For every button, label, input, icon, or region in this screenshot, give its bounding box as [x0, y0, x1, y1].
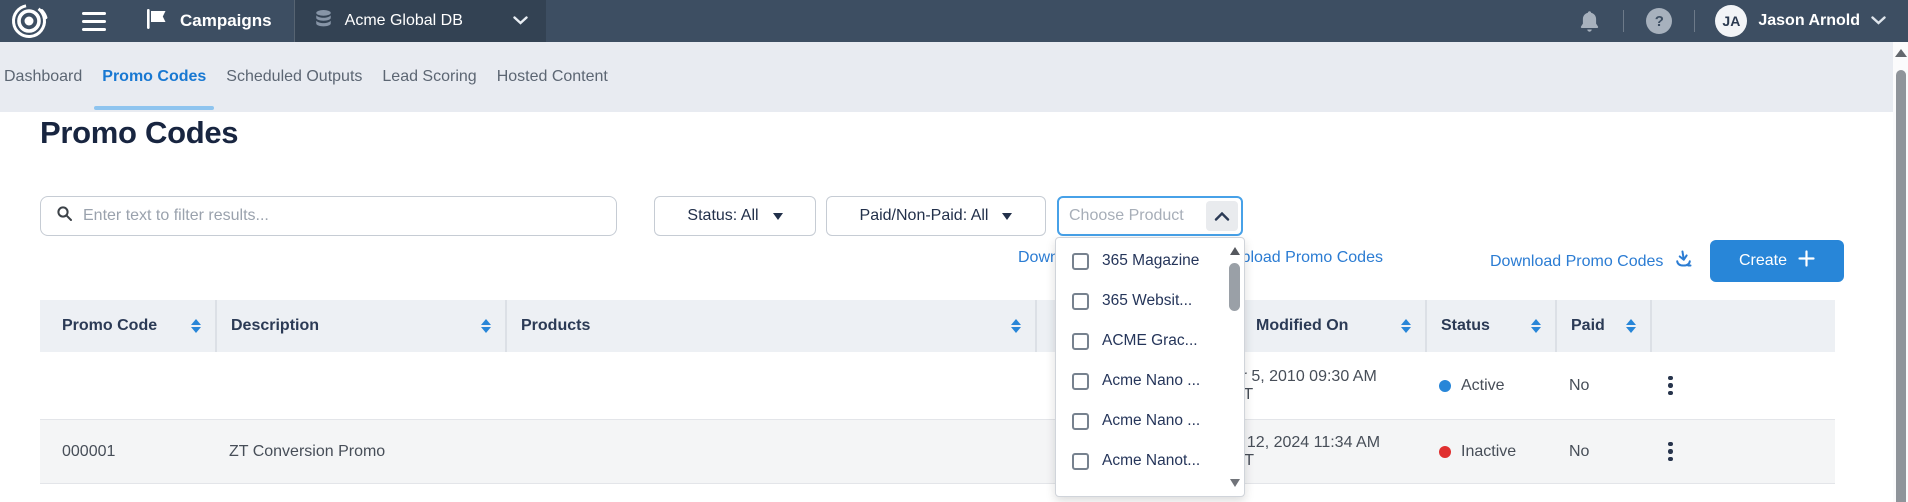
table-row[interactable]: 000001 ZT Conversion Promo Jul 12, 2024 … [40, 420, 1835, 484]
products-cell [505, 420, 1035, 483]
paid-cell: No [1555, 352, 1650, 419]
page-scrollbar[interactable] [1893, 42, 1908, 502]
tab-lead-scoring[interactable]: Lead Scoring [378, 42, 480, 112]
filter-search [40, 196, 617, 236]
product-placeholder: Choose Product [1069, 207, 1184, 225]
sort-icon[interactable] [191, 319, 201, 333]
database-selector[interactable]: Acme Global DB [294, 0, 546, 42]
column-header-status: Status [1425, 300, 1555, 352]
chevron-down-icon [487, 12, 528, 30]
scrollbar-thumb[interactable] [1229, 263, 1240, 311]
sort-icon[interactable] [1011, 319, 1021, 333]
product-option[interactable]: 365 Magazine [1056, 241, 1244, 281]
product-option[interactable]: ACME Grac... [1056, 321, 1244, 361]
paid-filter-dropdown[interactable]: Paid/Non-Paid: All [826, 196, 1046, 236]
product-option[interactable]: Acme Nano ... [1056, 401, 1244, 441]
brand-logo-icon[interactable] [10, 2, 48, 40]
database-label: Acme Global DB [345, 12, 463, 30]
product-option[interactable]: 365 Websit... [1056, 281, 1244, 321]
column-header-products: Products [505, 300, 1035, 352]
paid-cell: No [1555, 420, 1650, 483]
checkbox[interactable] [1072, 453, 1089, 470]
checkbox[interactable] [1072, 373, 1089, 390]
navbar-right: ? JA Jason Arnold [1556, 5, 1908, 37]
sort-icon[interactable] [1531, 319, 1541, 333]
page-title: Promo Codes [40, 115, 238, 151]
status-cell: Inactive [1425, 420, 1555, 483]
avatar: JA [1715, 5, 1747, 37]
tab-hosted-content[interactable]: Hosted Content [493, 42, 612, 112]
user-name: Jason Arnold [1758, 12, 1860, 30]
product-filter-dropdown[interactable]: Choose Product [1057, 196, 1243, 236]
column-header-paid: Paid [1555, 300, 1650, 352]
top-navbar: Campaigns Acme Global DB ? [0, 0, 1908, 42]
promo-codes-table: Promo Code Description Products Modified… [40, 300, 1835, 502]
table-row[interactable]: Apr 5, 2010 09:30 AM EST Active No [40, 352, 1835, 420]
search-icon [56, 205, 73, 227]
products-cell [505, 352, 1035, 419]
caret-down-icon [1002, 213, 1012, 220]
scroll-up-icon[interactable] [1895, 49, 1907, 57]
dropdown-scrollbar[interactable] [1226, 239, 1243, 495]
product-dropdown-panel: 365 Magazine 365 Websit... ACME Grac... … [1055, 237, 1245, 497]
checkbox[interactable] [1072, 333, 1089, 350]
chevron-down-icon [1871, 12, 1886, 30]
column-header-promo-code: Promo Code [40, 300, 215, 352]
promo-code-cell: 000001 [40, 420, 215, 483]
scrollbar-thumb[interactable] [1896, 70, 1906, 502]
download-promo-codes-link[interactable]: Download Promo Codes [1490, 249, 1694, 274]
plus-icon [1798, 250, 1815, 272]
checkbox[interactable] [1072, 413, 1089, 430]
sort-icon[interactable] [1626, 319, 1636, 333]
campaigns-nav[interactable]: Campaigns [144, 7, 272, 36]
chevron-up-icon[interactable] [1206, 201, 1238, 231]
column-header-actions [1650, 300, 1835, 352]
campaigns-label: Campaigns [180, 11, 272, 31]
sort-icon[interactable] [1401, 319, 1411, 333]
tab-promo-codes[interactable]: Promo Codes [98, 42, 210, 112]
notifications-bell-icon[interactable] [1556, 9, 1623, 34]
create-button[interactable]: Create [1710, 240, 1844, 282]
search-input[interactable] [83, 207, 616, 225]
tab-scheduled-outputs[interactable]: Scheduled Outputs [222, 42, 366, 112]
scroll-up-icon[interactable] [1230, 247, 1240, 255]
table-header-row: Promo Code Description Products Modified… [40, 300, 1835, 352]
sort-icon[interactable] [481, 319, 491, 333]
actions-cell [1650, 420, 1835, 483]
tab-dashboard[interactable]: Dashboard [0, 42, 86, 112]
user-menu[interactable]: JA Jason Arnold [1695, 5, 1886, 37]
database-icon [313, 8, 334, 35]
status-cell: Active [1425, 352, 1555, 419]
status-dot [1439, 446, 1451, 458]
download-icon [1673, 249, 1694, 274]
description-cell [215, 352, 505, 419]
promo-code-cell [40, 352, 215, 419]
column-header-description: Description [215, 300, 505, 352]
kebab-menu-icon[interactable] [1664, 438, 1677, 466]
hamburger-menu-icon[interactable] [78, 8, 110, 35]
upload-promo-codes-link[interactable]: Upload Promo Codes [1230, 249, 1383, 267]
checkbox[interactable] [1072, 253, 1089, 270]
table-row [40, 484, 1835, 502]
flag-icon [144, 7, 168, 36]
scroll-down-icon[interactable] [1230, 479, 1240, 487]
product-option[interactable]: Acme Nanot... [1056, 441, 1244, 481]
description-cell: ZT Conversion Promo [215, 420, 505, 483]
section-tabs: Dashboard Promo Codes Scheduled Outputs … [0, 42, 1908, 112]
kebab-menu-icon[interactable] [1664, 372, 1677, 400]
caret-down-icon [773, 213, 783, 220]
product-option[interactable]: Acme Nano ... [1056, 361, 1244, 401]
help-icon[interactable]: ? [1624, 8, 1694, 34]
status-dot [1439, 380, 1451, 392]
checkbox[interactable] [1072, 293, 1089, 310]
actions-cell [1650, 352, 1835, 419]
status-filter-dropdown[interactable]: Status: All [654, 196, 816, 236]
page-content: Promo Codes Status: All Paid/Non-Paid: A… [0, 112, 1908, 502]
